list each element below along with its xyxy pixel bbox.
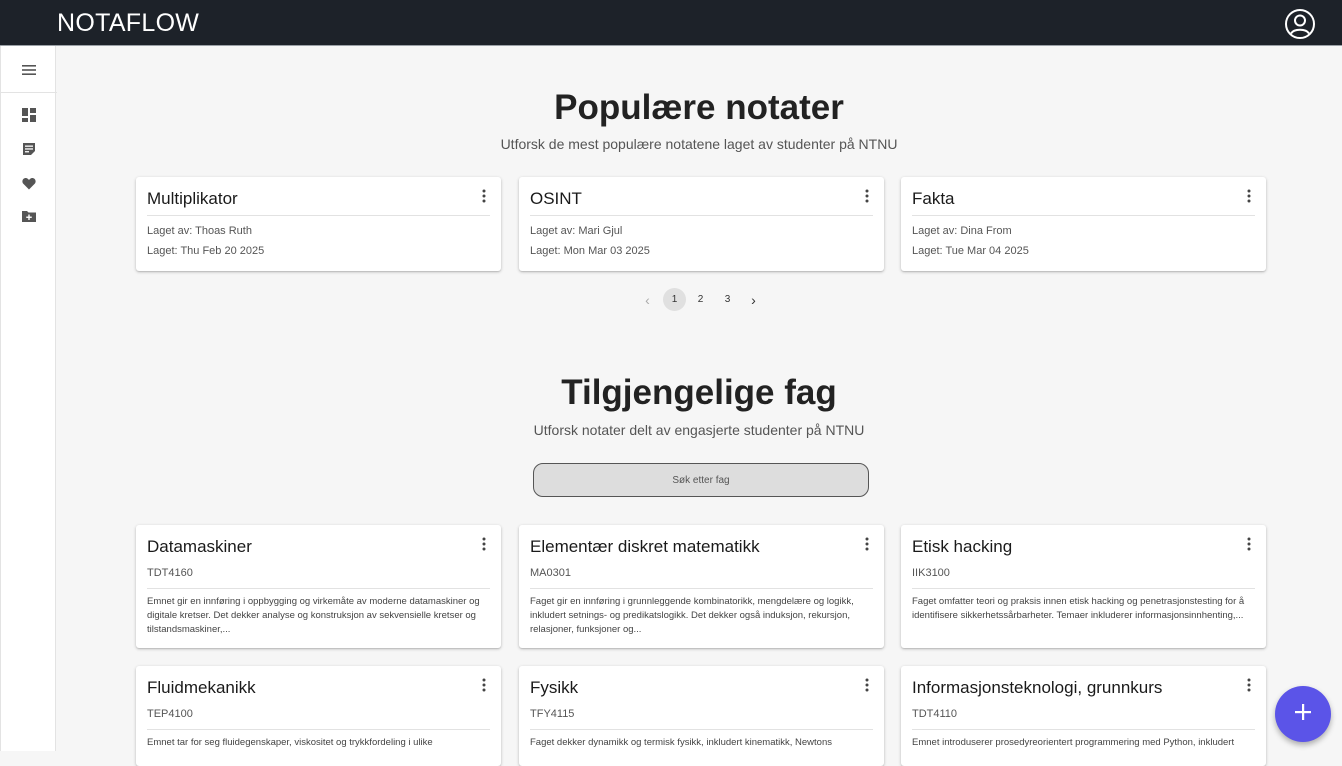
note-date: Laget: Mon Mar 03 2025	[530, 245, 650, 257]
more-vert-icon[interactable]	[1246, 537, 1252, 551]
card-divider	[147, 588, 490, 589]
dashboard-icon[interactable]	[20, 106, 38, 124]
note-card[interactable]: Multiplikator Laget av: Thoas Ruth Laget…	[136, 177, 501, 271]
card-divider	[912, 215, 1255, 216]
note-title: Fakta	[912, 189, 955, 208]
card-divider	[530, 729, 873, 730]
more-vert-icon[interactable]	[481, 537, 487, 551]
course-card[interactable]: Elementær diskret matematikk MA0301 Fage…	[519, 525, 884, 648]
note-title: Multiplikator	[147, 189, 238, 208]
notes-icon[interactable]	[20, 140, 38, 158]
heart-icon[interactable]	[20, 174, 38, 192]
card-divider	[530, 588, 873, 589]
card-divider	[147, 215, 490, 216]
course-description: Faget gir en innføring i grunnleggende k…	[530, 596, 854, 635]
note-author: Laget av: Thoas Ruth	[147, 225, 252, 237]
plus-icon	[1294, 703, 1312, 726]
note-card[interactable]: Fakta Laget av: Dina From Laget: Tue Mar…	[901, 177, 1266, 271]
course-title: Datamaskiner	[147, 537, 252, 556]
more-vert-icon[interactable]	[864, 189, 870, 203]
courses-subtitle: Utforsk notater delt av engasjerte stude…	[533, 422, 865, 438]
course-title: Informasjonsteknologi, grunnkurs	[912, 678, 1163, 697]
course-title: Etisk hacking	[912, 537, 1013, 556]
course-code: IIK3100	[912, 567, 950, 579]
note-author: Laget av: Dina From	[912, 225, 1012, 237]
sidebar-divider	[1, 92, 57, 93]
popular-title: Populære notater	[554, 88, 844, 127]
more-vert-icon[interactable]	[481, 678, 487, 692]
note-date: Laget: Tue Mar 04 2025	[912, 245, 1029, 257]
card-divider	[912, 588, 1255, 589]
course-description: Emnet gir en innføring i oppbygging og v…	[147, 596, 480, 635]
courses-title: Tilgjengelige fag	[561, 373, 837, 412]
more-vert-icon[interactable]	[1246, 678, 1252, 692]
sidebar	[0, 46, 57, 751]
course-code: MA0301	[530, 567, 571, 579]
course-title: Elementær diskret matematikk	[530, 537, 760, 556]
course-card[interactable]: Informasjonsteknologi, grunnkurs TDT4110…	[901, 666, 1266, 766]
course-title: Fluidmekanikk	[147, 678, 256, 697]
card-divider	[912, 729, 1255, 730]
course-description: Faget dekker dynamikk og termisk fysikk,…	[530, 737, 832, 748]
card-divider	[530, 215, 873, 216]
more-vert-icon[interactable]	[1246, 189, 1252, 203]
course-card[interactable]: Etisk hacking IIK3100 Faget omfatter teo…	[901, 525, 1266, 648]
pagination-page-2[interactable]: 2	[689, 288, 712, 311]
popular-subtitle: Utforsk de mest populære notatene laget …	[500, 136, 898, 152]
course-title: Fysikk	[530, 678, 579, 697]
course-description: Emnet introduserer prosedyreorientert pr…	[912, 737, 1235, 748]
course-description: Emnet tar for seg fluidegenskaper, visko…	[147, 737, 433, 748]
note-title: OSINT	[530, 189, 582, 208]
card-divider	[147, 729, 490, 730]
course-card[interactable]: Fysikk TFY4115 Faget dekker dynamikk og …	[519, 666, 884, 766]
course-card[interactable]: Datamaskiner TDT4160 Emnet gir en innfør…	[136, 525, 501, 648]
top-app-bar: NOTAFLOW	[0, 0, 1342, 46]
add-folder-icon[interactable]	[20, 207, 38, 225]
pagination-next-button[interactable]: ›	[742, 288, 765, 311]
course-search-button[interactable]: Søk etter fag	[533, 463, 869, 497]
app-brand[interactable]: NOTAFLOW	[57, 9, 199, 38]
pagination-prev-button[interactable]: ‹	[636, 288, 659, 311]
course-card[interactable]: Fluidmekanikk TEP4100 Emnet tar for seg …	[136, 666, 501, 766]
course-code: TFY4115	[530, 708, 575, 720]
account-icon[interactable]	[1284, 8, 1316, 40]
main-content: Populære notater Utforsk de mest populær…	[56, 46, 1342, 766]
more-vert-icon[interactable]	[864, 537, 870, 551]
add-note-fab[interactable]	[1275, 686, 1331, 742]
note-card[interactable]: OSINT Laget av: Mari Gjul Laget: Mon Mar…	[519, 177, 884, 271]
more-vert-icon[interactable]	[864, 678, 870, 692]
note-date: Laget: Thu Feb 20 2025	[147, 245, 265, 257]
pagination-page-3[interactable]: 3	[716, 288, 739, 311]
course-code: TDT4110	[912, 708, 958, 720]
pagination-page-1[interactable]: 1	[663, 288, 686, 311]
note-author: Laget av: Mari Gjul	[530, 225, 623, 237]
course-description: Faget omfatter teori og praksis innen et…	[912, 596, 1245, 621]
menu-icon[interactable]	[20, 61, 38, 79]
course-code: TEP4100	[147, 708, 193, 720]
more-vert-icon[interactable]	[481, 189, 487, 203]
course-code: TDT4160	[147, 567, 193, 579]
